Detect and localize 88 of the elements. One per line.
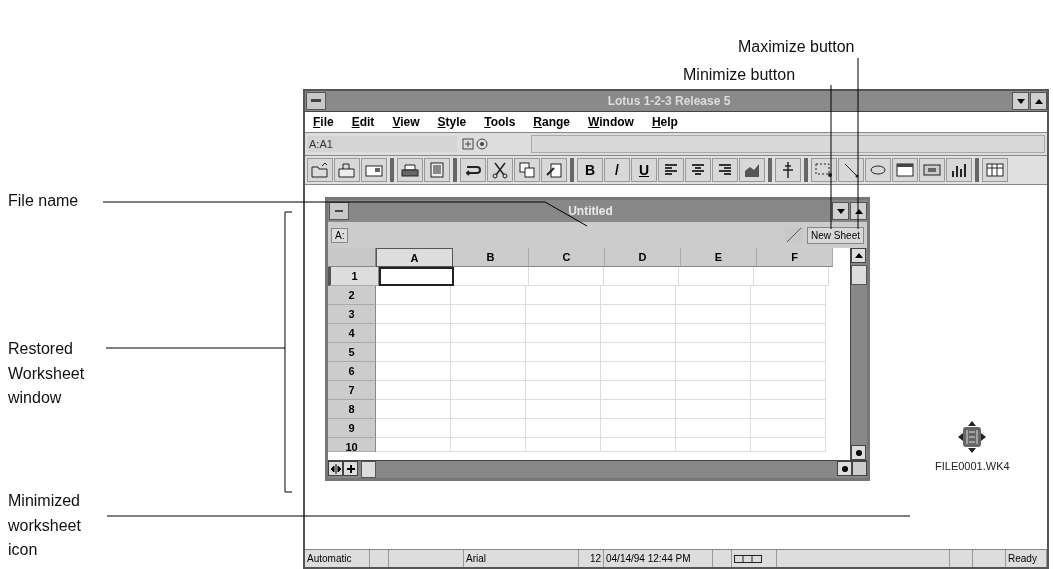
row-header[interactable]: 1 bbox=[328, 267, 379, 286]
worksheet-title: Untitled bbox=[567, 204, 614, 218]
status-mode[interactable]: Automatic bbox=[305, 550, 370, 567]
status-datetime: 04/14/94 12:44 PM bbox=[604, 550, 713, 567]
align-left-icon[interactable] bbox=[658, 158, 684, 182]
contents-field[interactable] bbox=[531, 135, 1045, 153]
row-header[interactable]: 2 bbox=[328, 286, 376, 305]
scroll-right-icon bbox=[837, 461, 852, 476]
table-cell[interactable] bbox=[379, 267, 454, 286]
copy-icon[interactable] bbox=[514, 158, 540, 182]
minimize-icon bbox=[836, 208, 845, 214]
control-menu-button[interactable] bbox=[306, 92, 326, 110]
scroll-thumb[interactable] bbox=[361, 461, 376, 478]
scissors-icon[interactable] bbox=[487, 158, 513, 182]
paste-icon[interactable] bbox=[541, 158, 567, 182]
chart-icon[interactable] bbox=[739, 158, 765, 182]
horizontal-scrollbar[interactable] bbox=[328, 460, 867, 478]
align-right-icon[interactable] bbox=[712, 158, 738, 182]
row-header[interactable]: 8 bbox=[328, 400, 376, 419]
callout-label: Restored Worksheet window bbox=[8, 339, 86, 408]
row-header[interactable]: 7 bbox=[328, 381, 376, 400]
table-icon[interactable] bbox=[982, 158, 1008, 182]
column-header[interactable]: A bbox=[376, 248, 453, 267]
row-header[interactable]: 4 bbox=[328, 324, 376, 343]
scroll-thumb[interactable] bbox=[851, 265, 867, 285]
format-button[interactable]: / bbox=[604, 158, 630, 182]
sheet-map-icon[interactable] bbox=[734, 554, 762, 563]
scroll-down-icon bbox=[851, 445, 866, 460]
scroll-left-icon bbox=[343, 461, 358, 476]
column-header[interactable]: C bbox=[529, 248, 605, 267]
scroll-up-icon bbox=[851, 248, 866, 263]
row-header[interactable]: 9 bbox=[328, 419, 376, 438]
bar-chart-icon[interactable] bbox=[946, 158, 972, 182]
vertical-scrollbar[interactable] bbox=[850, 248, 867, 460]
row-header[interactable]: 10 bbox=[328, 438, 376, 452]
minimize-button[interactable] bbox=[832, 202, 849, 220]
menu-item[interactable]: Tools bbox=[484, 115, 516, 129]
dash-icon bbox=[335, 209, 343, 213]
menu-item[interactable]: Help bbox=[651, 115, 678, 129]
open-file-icon[interactable] bbox=[307, 158, 333, 182]
format-button[interactable]: B bbox=[577, 158, 603, 182]
menu-item[interactable]: Window bbox=[588, 115, 634, 129]
status-font[interactable]: Arial bbox=[464, 550, 579, 567]
menu-item[interactable]: Edit bbox=[351, 115, 375, 129]
button-icon[interactable] bbox=[919, 158, 945, 182]
maximize-icon bbox=[1034, 98, 1043, 104]
callout-label: Minimize button bbox=[683, 66, 796, 84]
print-icon[interactable] bbox=[397, 158, 423, 182]
new-sheet-button[interactable]: New Sheet bbox=[807, 226, 864, 244]
menu-item[interactable]: View bbox=[392, 115, 420, 129]
column-header[interactable]: B bbox=[453, 248, 529, 267]
maximize-button[interactable] bbox=[1030, 92, 1047, 110]
status-indicator: Ready bbox=[1006, 550, 1047, 567]
status-size[interactable]: 12 bbox=[579, 550, 604, 567]
undo-icon[interactable] bbox=[460, 158, 486, 182]
sum-icon[interactable] bbox=[775, 158, 801, 182]
split-icon bbox=[328, 461, 343, 476]
callout-label: File name bbox=[8, 192, 79, 210]
folder-icon[interactable] bbox=[334, 158, 360, 182]
dash-icon bbox=[311, 99, 321, 103]
page-icon[interactable] bbox=[424, 158, 450, 182]
column-header[interactable]: F bbox=[757, 248, 833, 267]
callout-label: Maximize button bbox=[738, 38, 855, 56]
row-header[interactable]: 5 bbox=[328, 343, 376, 362]
minimize-button[interactable] bbox=[1012, 92, 1029, 110]
column-header[interactable]: E bbox=[681, 248, 757, 267]
cell-reference-field[interactable]: A:A1 bbox=[307, 136, 457, 152]
icon-label: FILE0001.WK4 bbox=[935, 460, 1010, 472]
envelope-icon[interactable] bbox=[361, 158, 387, 182]
scrollbar-corner bbox=[852, 461, 867, 476]
maximize-icon bbox=[854, 208, 863, 214]
navigator-icon[interactable] bbox=[461, 136, 491, 152]
column-header[interactable]: D bbox=[605, 248, 681, 267]
callout-label: Minimized worksheet icon bbox=[8, 491, 82, 560]
menu-item[interactable]: Style bbox=[437, 115, 467, 129]
window-icon[interactable] bbox=[892, 158, 918, 182]
menu-item[interactable]: File bbox=[313, 115, 334, 129]
select-icon[interactable] bbox=[811, 158, 837, 182]
format-button[interactable]: U bbox=[631, 158, 657, 182]
row-header[interactable]: 3 bbox=[328, 305, 376, 324]
menu-item[interactable]: Range bbox=[533, 115, 571, 129]
window-title: Lotus 1-2-3 Release 5 bbox=[606, 94, 732, 108]
row-header[interactable]: 6 bbox=[328, 362, 376, 381]
align-center-icon[interactable] bbox=[685, 158, 711, 182]
sheet-tab[interactable]: A: bbox=[331, 227, 349, 243]
minimize-icon bbox=[1016, 98, 1025, 104]
worksheet-icon[interactable] bbox=[957, 420, 988, 454]
select-all-button[interactable] bbox=[328, 248, 376, 267]
